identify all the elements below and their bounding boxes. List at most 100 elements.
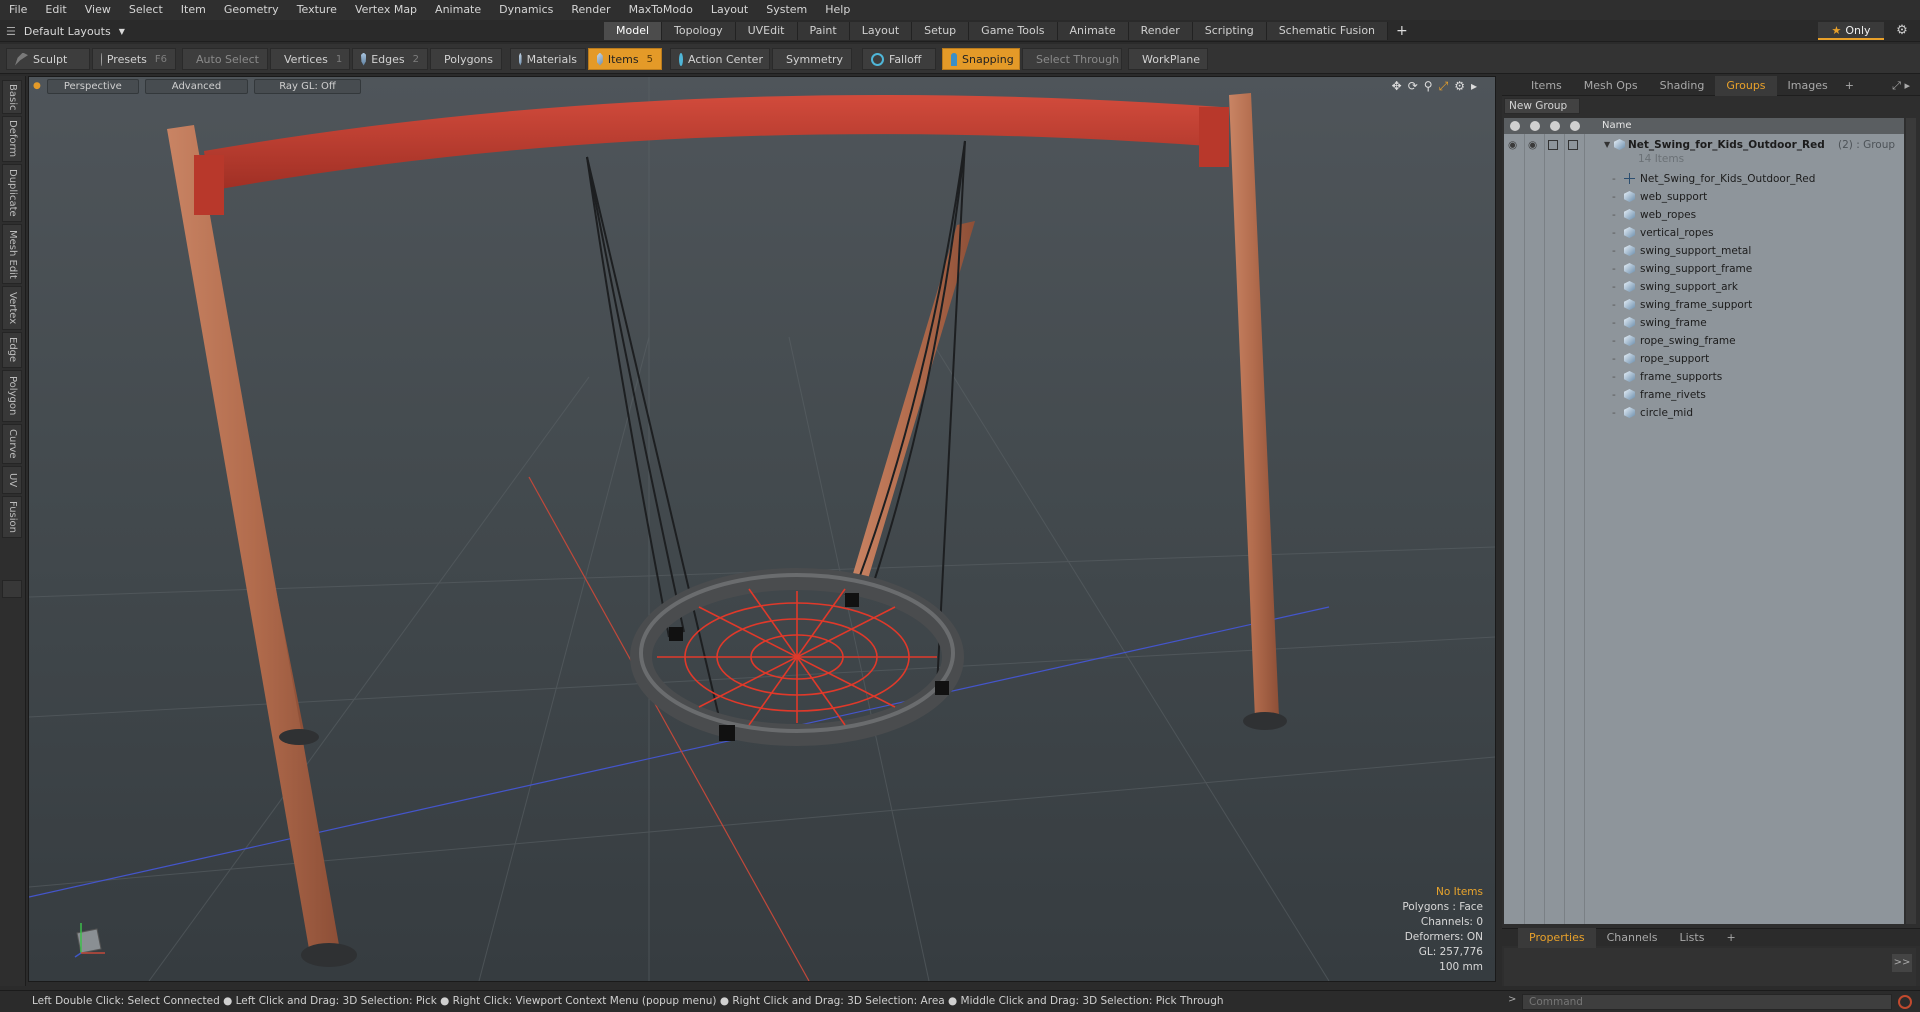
tab-paint[interactable]: Paint [797,22,850,40]
list-item[interactable]: - rope_swing_frame [1504,332,1904,350]
lock-header-icon[interactable] [1550,121,1560,131]
list-item[interactable]: - swing_frame_support [1504,296,1904,314]
add-tab-button[interactable]: + [1388,22,1416,42]
list-item[interactable]: - frame_rivets [1504,386,1904,404]
sculpt-button[interactable]: Sculpt [6,48,90,70]
tab-animate[interactable]: Animate [1057,22,1129,40]
list-item[interactable]: - swing_support_metal [1504,242,1904,260]
tab-shading[interactable]: Shading [1649,76,1716,96]
menu-edit[interactable]: Edit [36,0,75,20]
menu-item[interactable]: Item [172,0,215,20]
list-item[interactable]: - circle_mid [1504,404,1904,422]
gear-icon[interactable]: ⚙ [1892,22,1912,40]
tab-lists[interactable]: Lists [1669,928,1716,948]
name-column-header[interactable]: Name [1602,118,1632,134]
layout-selector[interactable]: ☰ Default Layouts ▼ [6,22,125,40]
list-item[interactable]: - Net_Swing_for_Kids_Outdoor_Red [1504,170,1904,188]
snapping-button[interactable]: Snapping [942,48,1020,70]
view-perspective-button[interactable]: Perspective [46,78,139,94]
symmetry-button[interactable]: Symmetry [772,48,852,70]
tab-properties[interactable]: Properties [1518,927,1596,948]
vtab-curve[interactable]: Curve [2,424,22,464]
polygons-button[interactable]: Polygons [430,48,502,70]
menu-view[interactable]: View [76,0,120,20]
vtab-mesh-edit[interactable]: Mesh Edit [2,224,22,284]
tab-scripting[interactable]: Scripting [1192,22,1267,40]
only-button[interactable]: ★ Only [1818,22,1884,40]
add-tab-button[interactable]: + [1839,79,1860,92]
zoom-icon[interactable]: ⚲ [1424,79,1433,94]
menu-texture[interactable]: Texture [288,0,346,20]
pan-icon[interactable]: ✥ [1392,79,1402,94]
list-scrollbar[interactable] [1906,118,1916,924]
select-through-button[interactable]: Select Through [1022,48,1122,70]
tab-game-tools[interactable]: Game Tools [969,22,1058,40]
vtab-polygon[interactable]: Polygon [2,370,22,422]
vtab-deform[interactable]: Deform [2,116,22,162]
command-clear-icon[interactable] [1898,995,1912,1009]
tab-topology[interactable]: Topology [662,22,736,40]
tab-mesh-ops[interactable]: Mesh Ops [1573,76,1649,96]
raygl-button[interactable]: Ray GL: Off [254,78,361,94]
fit-icon[interactable]: ⤢ [1439,79,1449,94]
tab-model[interactable]: Model [604,22,663,40]
render-header-icon[interactable] [1530,121,1540,131]
menu-system[interactable]: System [757,0,816,20]
list-item[interactable]: - swing_support_ark [1504,278,1904,296]
tab-items[interactable]: Items [1520,76,1573,96]
vtab-edge[interactable]: Edge [2,332,22,368]
materials-button[interactable]: Materials [510,48,586,70]
add-bottom-tab-button[interactable]: + [1715,928,1746,948]
items-button[interactable]: Items 5 [588,48,662,70]
tab-channels[interactable]: Channels [1596,928,1669,948]
command-input[interactable] [1522,994,1892,1010]
tab-schematic-fusion[interactable]: Schematic Fusion [1266,22,1389,40]
vtab-basic[interactable]: Basic [2,80,22,114]
menu-animate[interactable]: Animate [426,0,490,20]
list-item[interactable]: - swing_support_frame [1504,260,1904,278]
tab-uvedit[interactable]: UVEdit [735,22,798,40]
menu-help[interactable]: Help [816,0,859,20]
menu-render[interactable]: Render [562,0,619,20]
vtab-expand[interactable] [2,580,22,598]
falloff-button[interactable]: Falloff [862,48,936,70]
viewport-arrow-icon[interactable]: ▸ [1471,79,1477,94]
lock-checkbox[interactable] [1548,140,1558,150]
menu-vertex-map[interactable]: Vertex Map [346,0,426,20]
list-item[interactable]: - swing_frame [1504,314,1904,332]
auto-select-button[interactable]: Auto Select [182,48,268,70]
tab-groups[interactable]: Groups [1715,75,1777,96]
tab-setup[interactable]: Setup [912,22,970,40]
vtab-uv[interactable]: UV [2,466,22,494]
menu-select[interactable]: Select [120,0,172,20]
shading-advanced-button[interactable]: Advanced [144,78,249,94]
list-item[interactable]: - vertical_ropes [1504,224,1904,242]
viewport-gear-icon[interactable]: ⚙ [1454,79,1465,94]
rotate-icon[interactable]: ⟳ [1408,79,1418,94]
select-checkbox[interactable] [1568,140,1578,150]
new-group-button[interactable]: New Group [1504,98,1580,114]
vtab-fusion[interactable]: Fusion [2,496,22,538]
viewport-menu-icon[interactable]: ● [33,81,41,91]
list-item[interactable]: - rope_support [1504,350,1904,368]
action-center-button[interactable]: Action Center [670,48,770,70]
3d-viewport[interactable]: ● Perspective Advanced Ray GL: Off ✥ ⟳ ⚲… [28,76,1496,982]
list-item[interactable]: - web_support [1504,188,1904,206]
menu-maxtomodo[interactable]: MaxToModo [620,0,702,20]
vertices-button[interactable]: Vertices 1 [270,48,350,70]
expand-button[interactable]: >> [1892,954,1912,972]
workplane-button[interactable]: WorkPlane [1128,48,1208,70]
presets-button[interactable]: Presets F6 [92,48,176,70]
tab-render[interactable]: Render [1128,22,1193,40]
vtab-duplicate[interactable]: Duplicate [2,164,22,222]
expand-panel-icon[interactable]: ⤢ ▸ [1892,79,1910,93]
select-header-icon[interactable] [1570,121,1580,131]
menu-file[interactable]: File [0,0,36,20]
visibility-header-icon[interactable] [1510,121,1520,131]
menu-dynamics[interactable]: Dynamics [490,0,562,20]
list-item[interactable]: - frame_supports [1504,368,1904,386]
vtab-vertex[interactable]: Vertex [2,286,22,330]
menu-geometry[interactable]: Geometry [215,0,288,20]
tab-layout[interactable]: Layout [849,22,913,40]
list-item[interactable]: - web_ropes [1504,206,1904,224]
